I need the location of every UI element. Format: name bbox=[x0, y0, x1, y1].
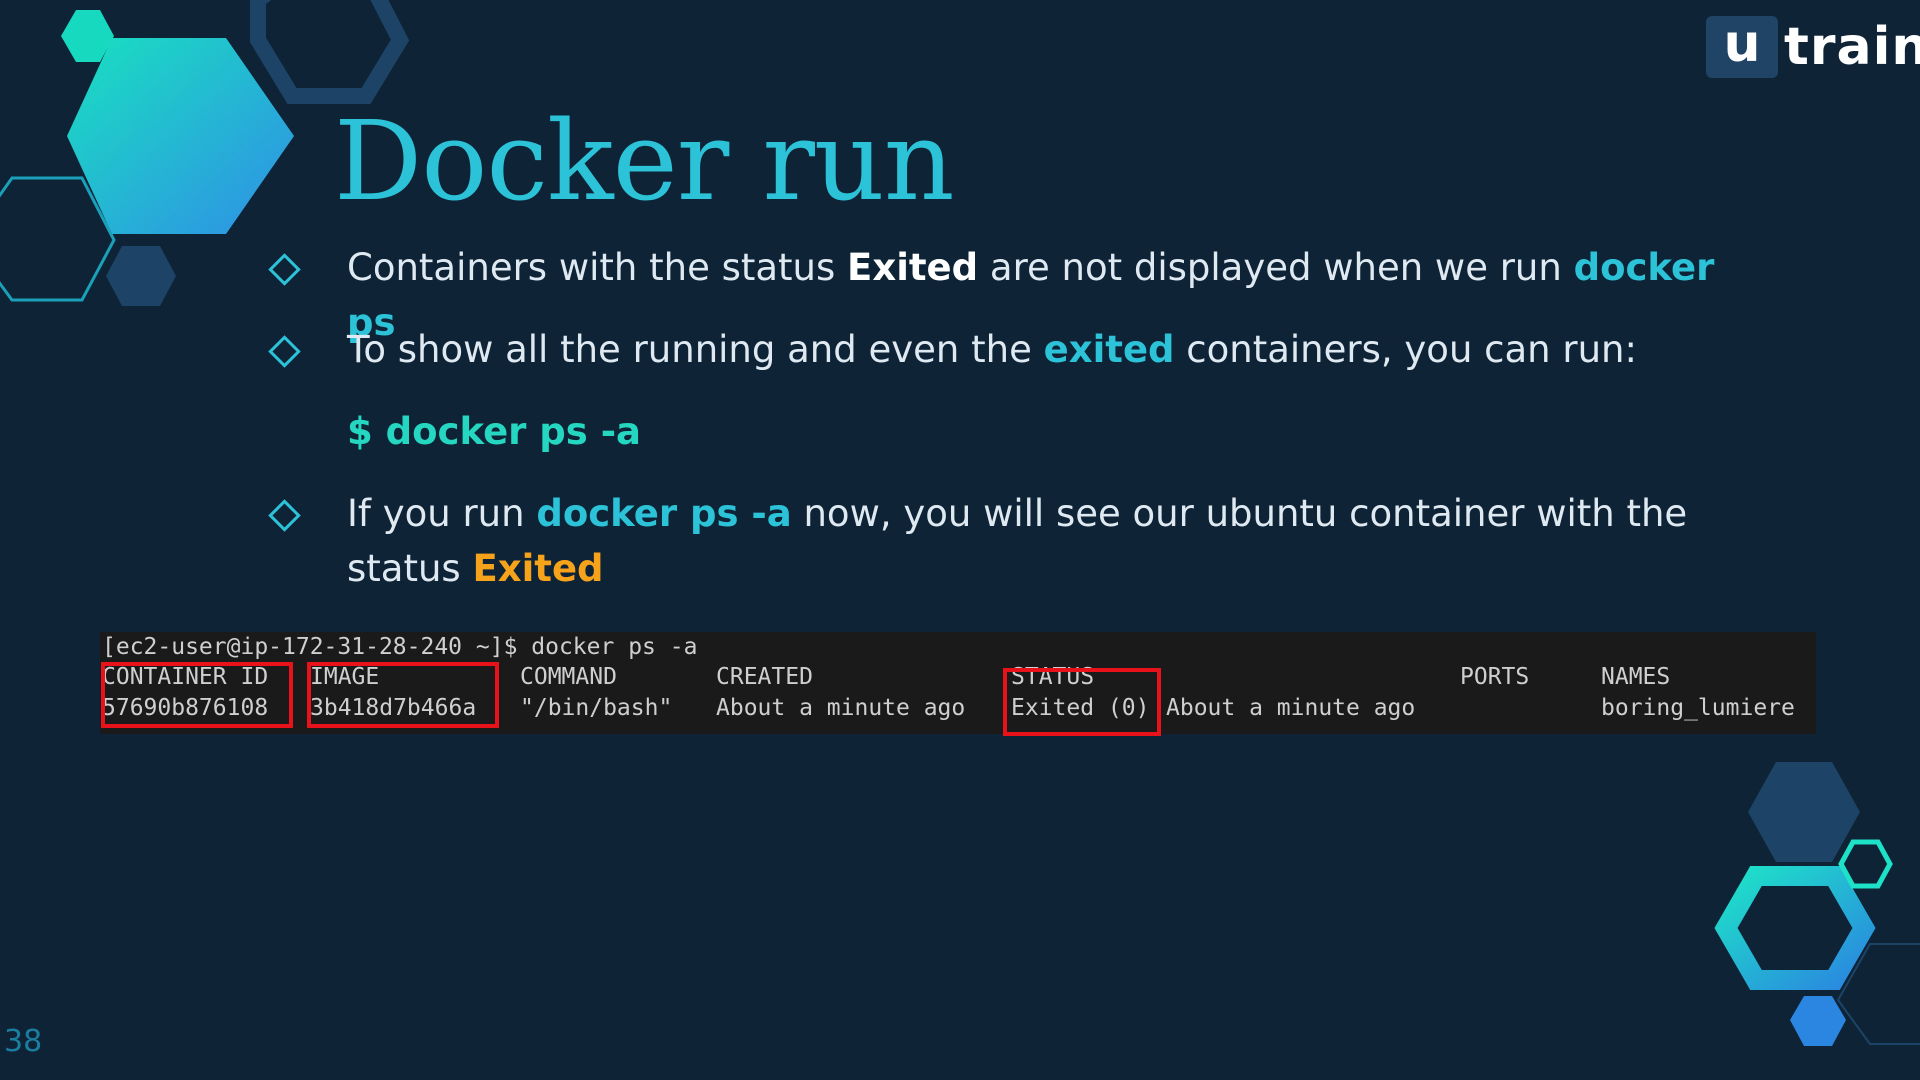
terminal-output: [ec2-user@ip-172-31-28-240 ~]$ docker ps… bbox=[100, 632, 1816, 736]
hexagon-shape bbox=[1714, 866, 1876, 990]
highlight-container-id bbox=[101, 662, 293, 728]
logo-wordmark: train bbox=[1784, 17, 1920, 77]
bullet-text: If you run docker ps -a now, you will se… bbox=[347, 492, 1687, 590]
diamond-bullet-icon bbox=[268, 335, 301, 368]
bullet-text-part: containers, you can run: bbox=[1174, 328, 1637, 371]
cell-status-time: About a minute ago bbox=[1166, 695, 1416, 721]
slide-title: Docker run bbox=[334, 97, 955, 225]
slide: u train Docker run Containers with the s… bbox=[0, 0, 1920, 1080]
header-names: NAMES bbox=[1601, 664, 1671, 690]
bullet-text: To show all the running and even the exi… bbox=[347, 328, 1637, 371]
diamond-bullet-icon bbox=[268, 253, 301, 286]
command-text: $ docker ps -a bbox=[347, 410, 642, 453]
cell-command: "/bin/bash" bbox=[520, 695, 673, 721]
utrain-logo: u train bbox=[1706, 16, 1920, 78]
hexagon-shape bbox=[1790, 996, 1846, 1046]
header-created: CREATED bbox=[716, 664, 813, 690]
bullet-item: To show all the running and even the exi… bbox=[266, 322, 1637, 377]
hexagon-shape bbox=[106, 246, 176, 306]
header-ports: PORTS bbox=[1460, 664, 1530, 690]
command-example: $ docker ps -a bbox=[266, 404, 641, 459]
cell-created: About a minute ago bbox=[716, 695, 966, 721]
header-command: COMMAND bbox=[520, 664, 617, 690]
bullet-item: If you run docker ps -a now, you will se… bbox=[266, 486, 1747, 596]
emphasis-exited-status: Exited bbox=[472, 547, 604, 590]
bullet-text-part: If you run bbox=[347, 492, 537, 535]
hexagon-shape bbox=[1748, 762, 1860, 862]
page-number: 38 bbox=[4, 1024, 43, 1059]
hexagon-shape bbox=[67, 38, 294, 234]
highlight-status bbox=[1003, 668, 1161, 736]
diamond-bullet-icon bbox=[268, 499, 301, 532]
bullet-text-part: Containers with the status bbox=[347, 246, 848, 289]
bullet-text-part: To show all the running and even the bbox=[347, 328, 1044, 371]
logo-badge: u bbox=[1706, 16, 1778, 78]
emphasis-exited: Exited bbox=[847, 246, 979, 289]
hexagon-shape bbox=[250, 0, 410, 104]
terminal-prompt: [ec2-user@ip-172-31-28-240 ~]$ docker ps… bbox=[102, 634, 698, 660]
hexagon-shape bbox=[1838, 839, 1893, 889]
bullet-text-part: are not displayed when we run bbox=[978, 246, 1574, 289]
highlight-image bbox=[307, 662, 499, 728]
emphasis-exited: exited bbox=[1043, 328, 1175, 371]
cell-names: boring_lumiere bbox=[1601, 695, 1795, 721]
emphasis-docker-ps-a: docker ps -a bbox=[536, 492, 792, 535]
